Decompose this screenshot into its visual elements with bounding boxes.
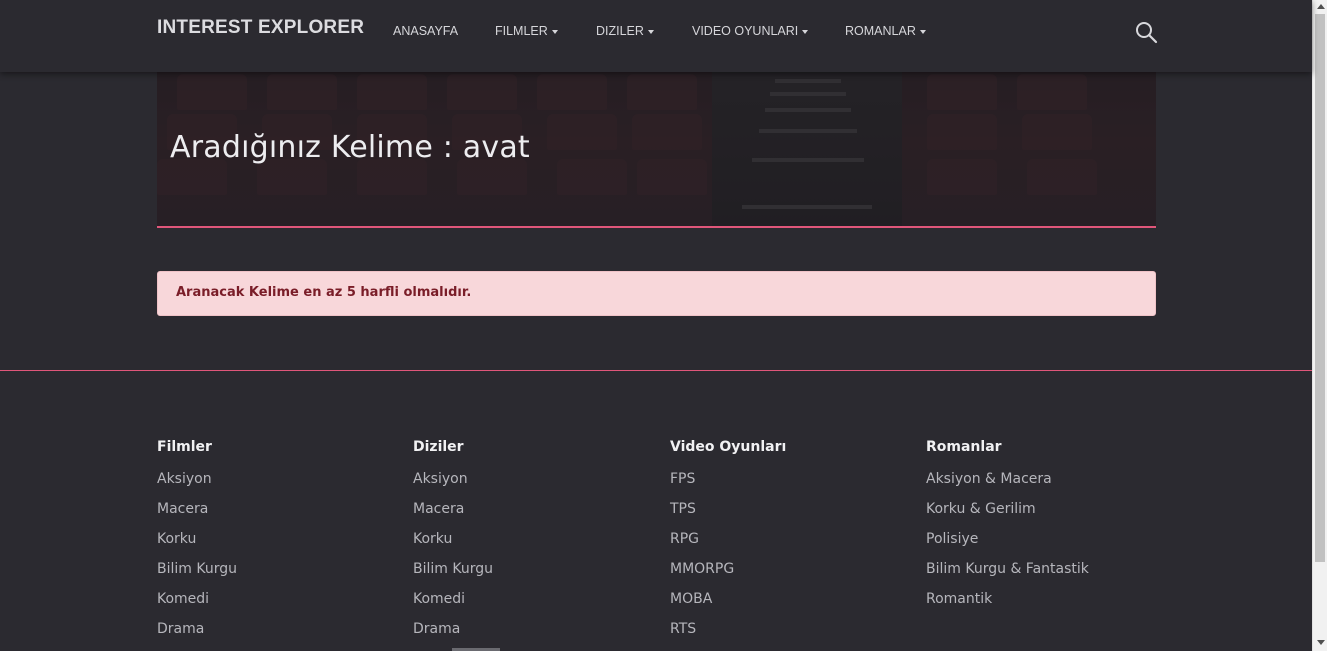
brand-logo-link[interactable]: INTEREST EXPLORER xyxy=(157,17,364,39)
footer-link[interactable]: Korku & Gerilim xyxy=(926,499,1089,529)
nav-item-label: ROMANLAR xyxy=(845,24,916,38)
footer-link[interactable]: Aksiyon xyxy=(157,469,237,499)
footer-column-title: Video Oyunları xyxy=(670,439,787,455)
nav-item-label: ANASAYFA xyxy=(393,24,459,38)
footer-link[interactable]: Bilim Kurgu & Fantastik xyxy=(926,559,1089,589)
page-title: Aradığınız Kelime : avat xyxy=(170,130,530,165)
footer-link[interactable]: Polisiye xyxy=(926,529,1089,559)
footer-link[interactable]: RPG xyxy=(670,529,786,559)
scroll-up-arrow-icon[interactable] xyxy=(1317,4,1325,9)
search-hero-banner: Aradığınız Kelime : avat xyxy=(157,72,1156,228)
footer-link[interactable]: TPS xyxy=(670,499,786,529)
footer-column-title: Filmler xyxy=(157,439,212,455)
error-alert: Aranacak Kelime en az 5 harfli olmalıdır… xyxy=(157,271,1156,316)
nav-item-anasayfa[interactable]: ANASAYFA xyxy=(393,24,458,38)
footer-link[interactable]: Komedi xyxy=(413,589,493,619)
footer-link[interactable]: MOBA xyxy=(670,589,786,619)
nav-item-video-oyunlari[interactable]: VIDEO OYUNLARI xyxy=(692,24,809,38)
nav-item-filmler[interactable]: FILMLER xyxy=(495,24,558,38)
footer-column-diziler: Diziler Aksiyon Macera Korku Bilim Kurgu… xyxy=(413,439,493,649)
footer-link[interactable]: Bilim Kurgu xyxy=(413,559,493,589)
footer-column-video-oyunlari: Video Oyunları FPS TPS RPG MMORPG MOBA R… xyxy=(670,439,786,649)
caret-down-icon xyxy=(802,29,809,34)
nav-item-diziler[interactable]: DIZILER xyxy=(596,24,654,38)
vertical-scrollbar[interactable] xyxy=(1312,0,1327,651)
caret-down-icon xyxy=(919,29,926,34)
nav-item-romanlar[interactable]: ROMANLAR xyxy=(845,24,926,38)
footer: Filmler Aksiyon Macera Korku Bilim Kurgu… xyxy=(0,371,1312,651)
alert-message: Aranacak Kelime en az 5 harfli olmalıdır… xyxy=(176,285,472,300)
footer-link[interactable]: Korku xyxy=(157,529,237,559)
footer-link[interactable]: MMORPG xyxy=(670,559,786,589)
footer-link[interactable]: RTS xyxy=(670,619,786,649)
nav-item-label: DIZILER xyxy=(596,24,644,38)
footer-link[interactable]: FPS xyxy=(670,469,786,499)
footer-link[interactable]: Romantik xyxy=(926,589,1089,619)
footer-link[interactable]: Aksiyon & Macera xyxy=(926,469,1089,499)
navbar: INTEREST EXPLORER ANASAYFA FILMLER DIZIL… xyxy=(0,0,1312,72)
caret-down-icon xyxy=(551,29,558,34)
footer-link[interactable]: Bilim Kurgu xyxy=(157,559,237,589)
nav-item-label: FILMLER xyxy=(495,24,548,38)
footer-link[interactable]: Aksiyon xyxy=(413,469,493,499)
search-icon[interactable] xyxy=(1134,20,1158,44)
footer-column-filmler: Filmler Aksiyon Macera Korku Bilim Kurgu… xyxy=(157,439,237,649)
footer-link[interactable]: Macera xyxy=(413,499,493,529)
scrollbar-thumb[interactable] xyxy=(1315,14,1325,562)
caret-down-icon xyxy=(647,29,654,34)
footer-link[interactable]: Drama xyxy=(157,619,237,649)
footer-column-romanlar: Romanlar Aksiyon & Macera Korku & Gerili… xyxy=(926,439,1089,619)
scroll-down-arrow-icon[interactable] xyxy=(1317,640,1325,645)
footer-link[interactable]: Korku xyxy=(413,529,493,559)
footer-column-title: Romanlar xyxy=(926,439,1002,455)
footer-link[interactable]: Komedi xyxy=(157,589,237,619)
footer-link[interactable]: Macera xyxy=(157,499,237,529)
nav-item-label: VIDEO OYUNLARI xyxy=(692,24,799,38)
footer-column-title: Diziler xyxy=(413,439,464,455)
footer-link[interactable]: Drama xyxy=(413,619,493,649)
